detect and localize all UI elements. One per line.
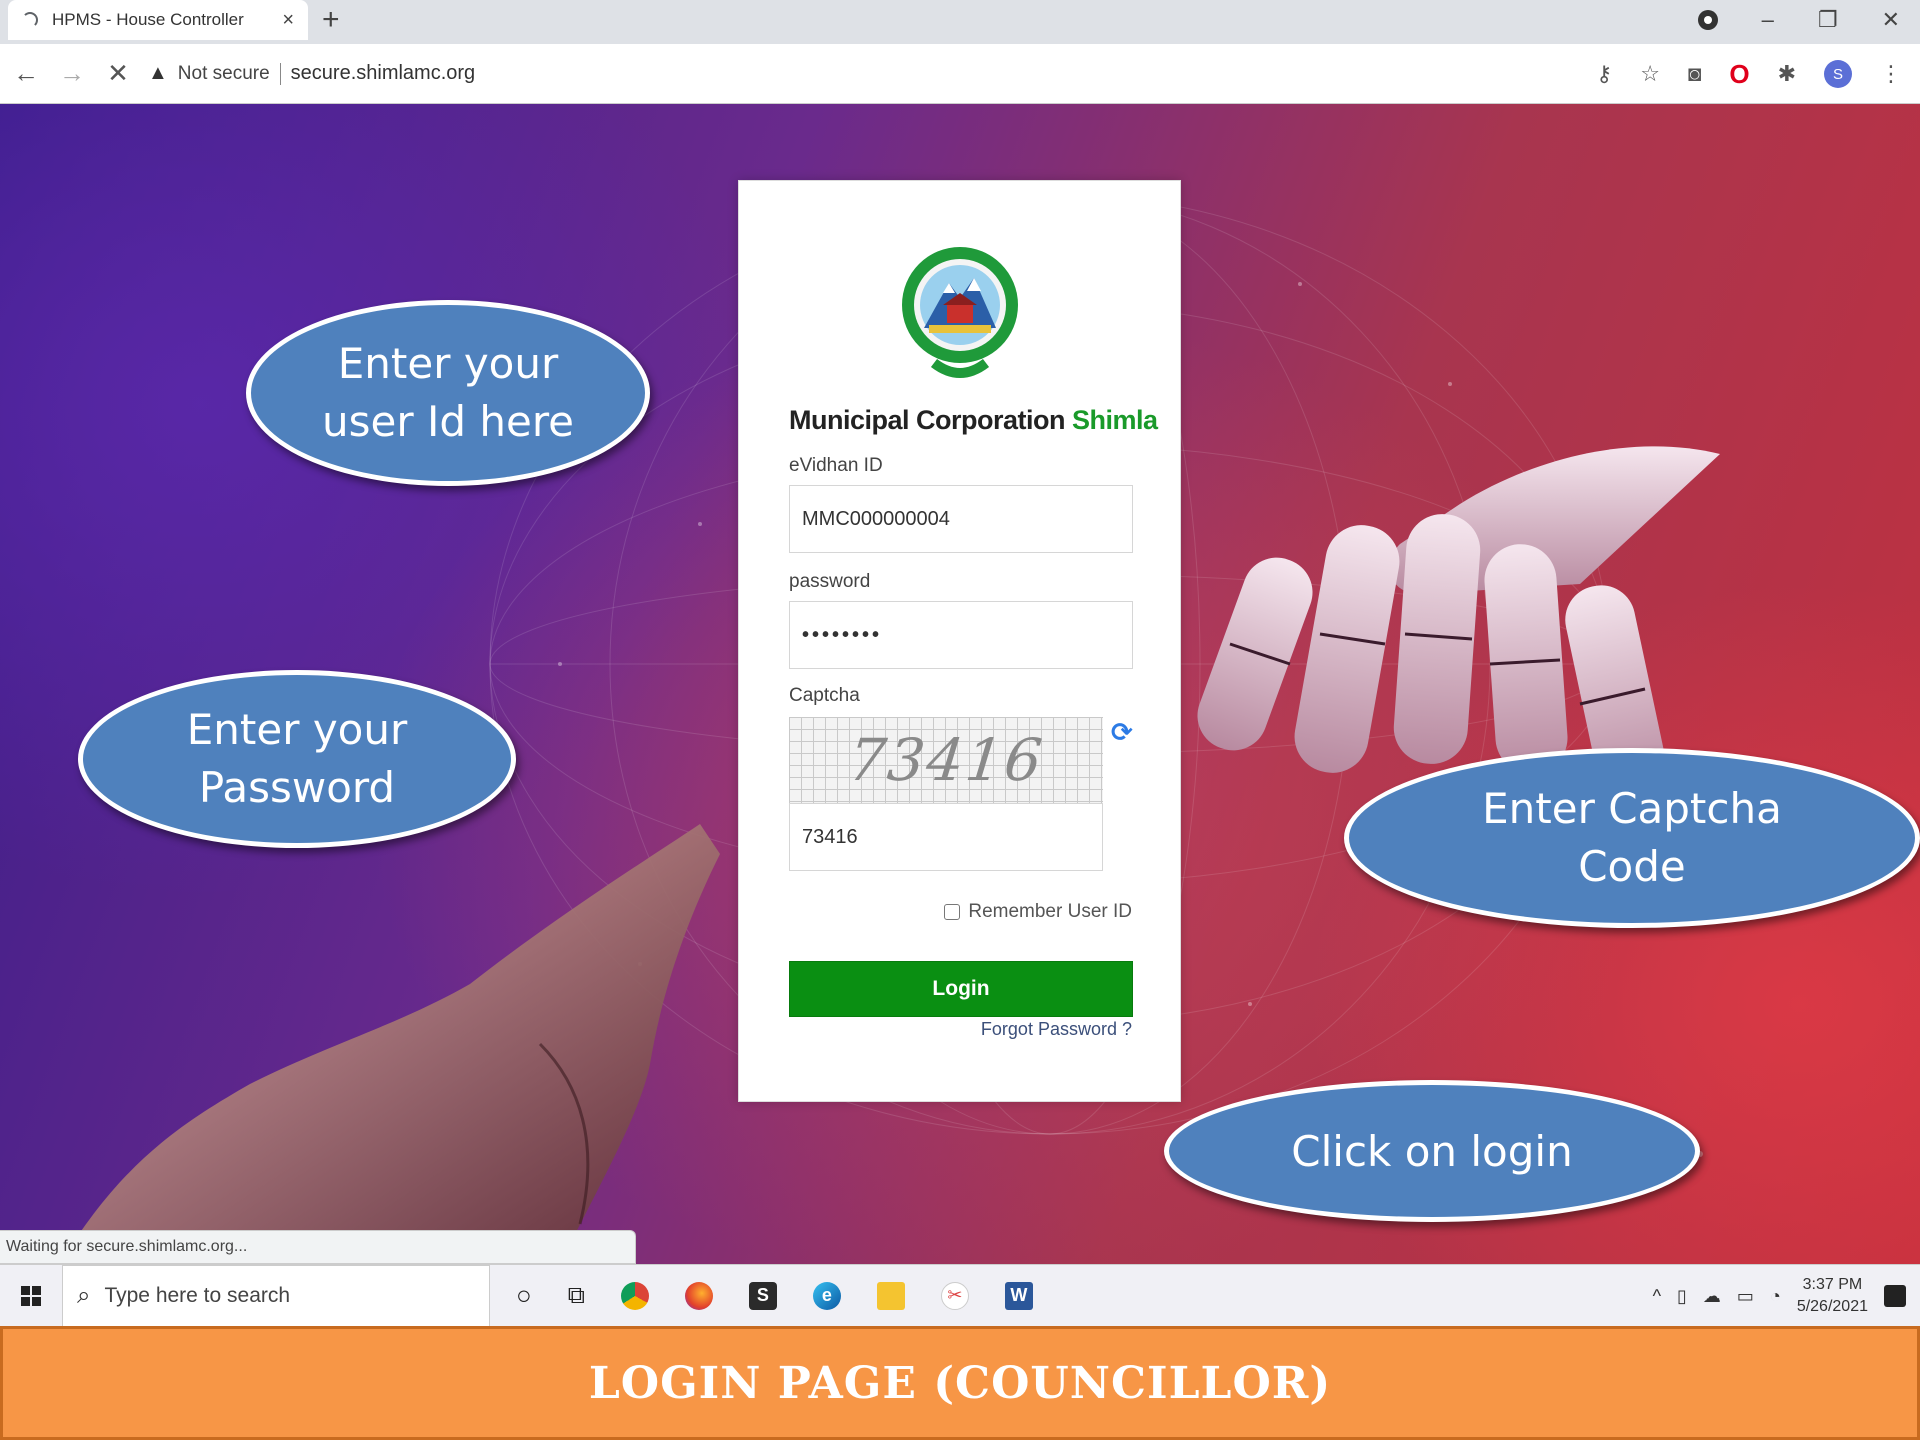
browser-status-text: Waiting for secure.shimlamc.org... (0, 1230, 636, 1264)
cortana-icon[interactable]: ○ (516, 1280, 532, 1311)
search-icon: ⌕ (77, 1281, 91, 1309)
org-name: Municipal Corporation (789, 405, 1066, 435)
opera-extension-icon[interactable]: O (1729, 59, 1749, 90)
back-button[interactable]: ← (6, 58, 46, 89)
browser-tab[interactable]: HPMS - House Controller × (8, 0, 308, 40)
callout-captcha: Enter Captcha Code (1344, 748, 1920, 928)
browser-toolbar: ← → ✕ ▲ Not secure secure.shimlamc.org ⚷… (0, 44, 1920, 104)
clock-date: 5/26/2021 (1796, 1298, 1868, 1315)
word-icon[interactable]: W (1004, 1281, 1033, 1310)
forgot-password-link[interactable]: Forgot Password ? (981, 1019, 1132, 1040)
security-label[interactable]: Not secure (178, 63, 270, 85)
slide-title: Login Page (Councillor) (588, 1357, 1332, 1409)
tab-close-icon[interactable]: × (282, 9, 294, 32)
evidhan-id-label: eVidhan ID (789, 455, 883, 476)
remember-checkbox[interactable] (944, 904, 961, 920)
close-window-button[interactable]: ✕ (1882, 7, 1900, 33)
taskbar-search-placeholder[interactable]: Type here to search (104, 1284, 290, 1308)
tab-title: HPMS - House Controller (52, 10, 244, 29)
onedrive-icon[interactable]: ☁ (1703, 1286, 1721, 1307)
callout-captcha-line1: Enter Captcha (1482, 784, 1782, 833)
login-button[interactable]: Login (789, 961, 1133, 1017)
taskbar-search[interactable]: ⌕ Type here to search (62, 1264, 490, 1327)
file-explorer-icon[interactable] (876, 1281, 905, 1310)
password-input[interactable]: •••••••• (789, 601, 1133, 669)
warning-icon[interactable]: ▲ (148, 62, 168, 85)
task-view-icon[interactable]: ⧉ (568, 1282, 585, 1310)
human-hand-graphic (60, 824, 720, 1264)
bookmark-star-icon[interactable]: ☆ (1640, 61, 1660, 87)
show-hidden-icons[interactable]: ^ (1653, 1286, 1661, 1307)
firefox-icon[interactable] (684, 1281, 713, 1310)
address-bar[interactable]: ▲ Not secure secure.shimlamc.org (148, 54, 475, 94)
remember-label[interactable]: Remember User ID (968, 901, 1132, 923)
windows-logo-icon (21, 1285, 41, 1306)
callout-login: Click on login (1164, 1080, 1700, 1222)
browser-tab-strip: HPMS - House Controller × + – ❐ ✕ (0, 0, 1920, 44)
callout-password-line1: Enter your (186, 705, 408, 754)
organization-title: Municipal Corporation Shimla (789, 405, 1158, 436)
captcha-image-text: 73416 (845, 726, 1047, 794)
edge-icon[interactable]: e (812, 1281, 841, 1310)
clock-time: 3:37 PM (1802, 1276, 1863, 1293)
app-s-icon[interactable]: S (748, 1281, 777, 1310)
address-divider (279, 62, 281, 85)
taskbar-clock[interactable]: 3:37 PM 5/26/2021 (1797, 1274, 1868, 1318)
stop-loading-button[interactable]: ✕ (98, 58, 138, 89)
remember-user-id[interactable]: Remember User ID (944, 901, 1132, 923)
forward-button[interactable]: → (52, 58, 92, 89)
notification-center-icon[interactable] (1884, 1285, 1906, 1307)
callout-user-id-line1: Enter your (337, 339, 559, 388)
minimize-button[interactable]: – (1762, 7, 1774, 33)
evidhan-id-input[interactable]: MMC000000004 (789, 485, 1133, 553)
callout-captcha-line2: Code (1578, 842, 1686, 891)
profile-avatar[interactable]: S (1824, 60, 1852, 88)
pocket-extension-icon[interactable]: ◙ (1688, 61, 1701, 87)
extensions-puzzle-icon[interactable]: ✱ (1778, 61, 1796, 87)
menu-kebab-icon[interactable]: ⋮ (1880, 61, 1902, 87)
chrome-icon[interactable] (620, 1281, 649, 1310)
key-icon[interactable]: ⚷ (1596, 61, 1612, 87)
captcha-input[interactable]: 73416 (789, 803, 1103, 871)
restore-button[interactable]: ❐ (1818, 7, 1838, 33)
device-icon[interactable]: ▯ (1677, 1286, 1687, 1307)
system-tray: ^ ▯ ☁ ▭ ◔ 3:37 PM 5/26/2021 (1653, 1265, 1906, 1327)
loading-icon (22, 12, 38, 28)
captcha-refresh-icon[interactable]: ⟳ (1111, 717, 1133, 748)
wifi-icon[interactable]: ◔ (1770, 1286, 1781, 1307)
new-tab-button[interactable]: + (322, 4, 340, 36)
municipal-corporation-logo (902, 247, 1018, 378)
callout-password: Enter your Password (78, 670, 516, 848)
windows-taskbar: ⌕ Type here to search ○ ⧉ S e ✂ W ^ ▯ ☁ … (0, 1264, 1920, 1327)
password-label: password (789, 571, 871, 592)
callout-user-id-line2: user Id here (322, 397, 574, 446)
login-card: Municipal Corporation Shimla eVidhan ID … (738, 180, 1181, 1102)
start-button[interactable] (0, 1265, 62, 1327)
captcha-image: 73416 (789, 717, 1103, 803)
battery-icon[interactable]: ▭ (1737, 1286, 1754, 1307)
url-text[interactable]: secure.shimlamc.org (291, 62, 476, 85)
callout-password-line2: Password (198, 763, 396, 812)
snip-tool-icon[interactable]: ✂ (940, 1281, 969, 1310)
captcha-label: Captcha (789, 685, 860, 706)
callout-user-id: Enter your user Id here (246, 300, 650, 486)
media-control-icon[interactable] (1697, 10, 1718, 30)
slide-footer: Login Page (Councillor) (0, 1326, 1920, 1440)
org-city: Shimla (1072, 405, 1158, 435)
